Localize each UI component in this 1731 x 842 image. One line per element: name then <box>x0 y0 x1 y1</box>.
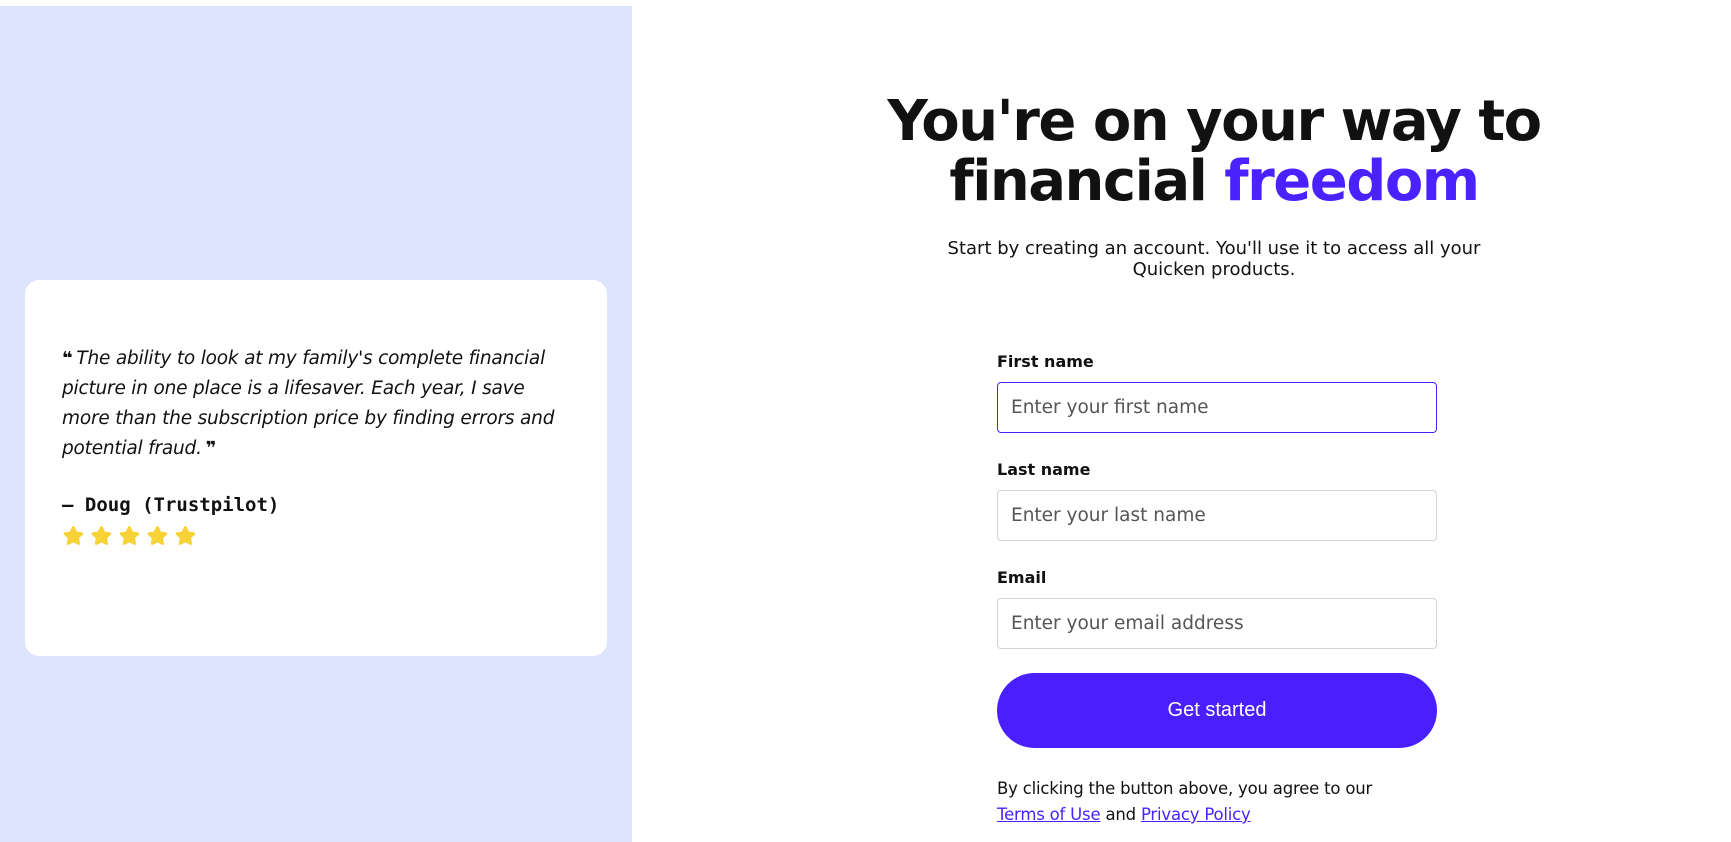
review-card: ❝ The ability to look at my family's comp… <box>25 280 607 656</box>
star-icon <box>146 524 169 547</box>
terms-of-use-link[interactable]: Terms of Use <box>997 805 1101 824</box>
review-author: — Doug (Trustpilot) <box>62 494 280 516</box>
star-icon <box>118 524 141 547</box>
star-icon <box>62 524 85 547</box>
last-name-label: Last name <box>997 460 1091 479</box>
privacy-policy-link[interactable]: Privacy Policy <box>1141 805 1251 824</box>
subtitle-line-2: Quicken products. <box>1132 259 1296 280</box>
star-icon <box>90 524 113 547</box>
signup-panel: You're on your way to financial freedom … <box>632 0 1731 842</box>
close-quote-icon: ❞ <box>205 438 217 459</box>
review-quote: ❝ The ability to look at my family's comp… <box>62 344 571 464</box>
testimonial-panel: ❝ The ability to look at my family's comp… <box>0 6 632 842</box>
first-name-group: First name <box>997 352 1437 433</box>
get-started-button[interactable]: Get started <box>997 673 1437 748</box>
page-title: You're on your way to financial freedom <box>632 92 1731 212</box>
legal-notice: By clicking the button above, you agree … <box>997 776 1437 828</box>
title-line-1: You're on your way to <box>887 89 1542 154</box>
last-name-input[interactable] <box>997 490 1437 541</box>
last-name-group: Last name <box>997 460 1437 541</box>
page-subtitle: Start by creating an account. You'll use… <box>632 238 1731 280</box>
title-accent: freedom <box>1224 149 1480 214</box>
title-line-2-prefix: financial <box>949 149 1225 214</box>
legal-and: and <box>1105 805 1136 824</box>
email-label: Email <box>997 568 1047 587</box>
first-name-label: First name <box>997 352 1094 371</box>
signup-page: ❝ The ability to look at my family's comp… <box>0 0 1731 842</box>
first-name-input[interactable] <box>997 382 1437 433</box>
email-input[interactable] <box>997 598 1437 649</box>
review-text: The ability to look at my family's compl… <box>62 348 555 459</box>
signup-form: First name Last name Email Get started B… <box>997 352 1437 828</box>
subtitle-line-1: Start by creating an account. You'll use… <box>947 238 1481 259</box>
email-group: Email <box>997 568 1437 649</box>
star-icon <box>174 524 197 547</box>
star-rating <box>62 524 571 547</box>
legal-prefix: By clicking the button above, you agree … <box>997 779 1373 798</box>
open-quote-icon: ❝ <box>62 348 73 369</box>
